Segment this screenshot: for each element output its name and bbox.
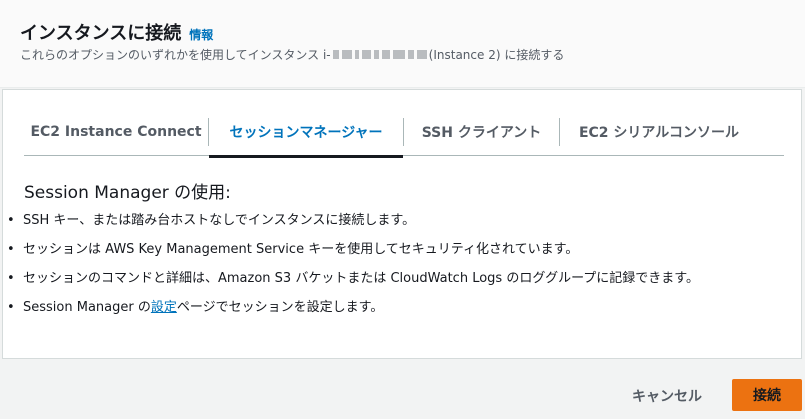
modal-header: インスタンスに接続 情報 これらのオプションのいずれかを使用してインスタンス i… <box>0 0 805 88</box>
tab-ec2-instance-connect[interactable]: EC2 Instance Connect <box>24 108 208 156</box>
list-item: • セッションは AWS Key Management Service キーを使用… <box>7 242 579 257</box>
list-item: • SSH キー、または踏み台ホストなしでインスタンスに接続します。 <box>7 213 416 228</box>
info-link[interactable]: 情報 <box>189 26 213 43</box>
subtitle-suffix: (Instance 2) に接続する <box>428 48 565 62</box>
tab-session-manager[interactable]: セッションマネージャー <box>209 108 403 158</box>
connect-button[interactable]: 接続 <box>732 379 802 411</box>
tab-ssh-client[interactable]: SSH クライアント <box>404 108 559 156</box>
tab-ec2-serial-console[interactable]: EC2 シリアルコンソール <box>560 108 758 156</box>
feature-list: • SSH キー、または踏み台ホストなしでインスタンスに接続します。 • セッション… <box>7 211 699 327</box>
subtitle-prefix: これらのオプションのいずれかを使用してインスタンス i- <box>20 48 331 62</box>
connect-options-card: EC2 Instance Connect セッションマネージャー SSH クライ… <box>2 89 802 359</box>
section-title: Session Manager の使用: <box>24 183 231 203</box>
redacted-instance-id <box>332 50 427 59</box>
page-title: インスタンスに接続 <box>20 23 182 44</box>
title-row: インスタンスに接続 情報 <box>20 19 213 45</box>
page-subtitle: これらのオプションのいずれかを使用してインスタンス i- (Instance 2… <box>20 46 564 63</box>
list-item: • セッションのコマンドと詳細は、Amazon S3 バケットまたは CloudW… <box>7 271 699 286</box>
cancel-button[interactable]: キャンセル <box>614 380 720 412</box>
settings-link[interactable]: 設定 <box>151 298 177 318</box>
list-item: • Session Manager の設定 ページでセッションを設定します。 <box>7 298 699 327</box>
tab-bar: EC2 Instance Connect セッションマネージャー SSH クライ… <box>24 108 784 158</box>
